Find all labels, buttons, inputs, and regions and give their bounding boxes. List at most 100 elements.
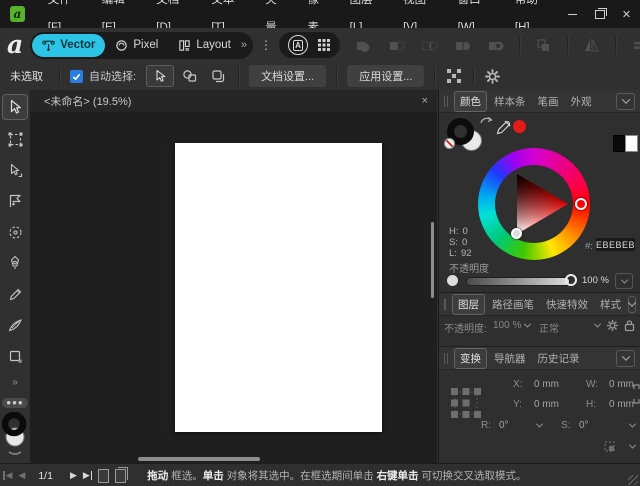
triangle-selector-handle[interactable] [511, 228, 522, 239]
single-page-icon[interactable] [98, 469, 109, 483]
link-dimensions-icon[interactable] [633, 383, 640, 405]
facing-pages-icon[interactable] [115, 469, 126, 483]
y-value[interactable]: 0 mm [534, 399, 559, 410]
tab-appearance[interactable]: 外观 [566, 92, 597, 111]
tab-layers[interactable]: 图层 [452, 294, 485, 315]
vector-brush-tool[interactable] [3, 313, 27, 337]
snapping-icon[interactable] [445, 67, 463, 85]
persona-layout[interactable]: Layout [168, 34, 241, 57]
blend-options-gear-icon[interactable] [606, 319, 619, 332]
document-settings-button[interactable]: 文档设置... [249, 65, 326, 87]
next-page-button[interactable]: ▶ [70, 470, 77, 481]
boolean-intersect-icon[interactable] [420, 36, 439, 55]
hex-value-field[interactable]: EBEBEB [596, 238, 635, 251]
transform-panel-menu-button[interactable] [616, 350, 635, 367]
w-value[interactable]: 0 mm [609, 379, 634, 390]
document-tab[interactable]: <未命名> (19.5%) [30, 93, 422, 109]
stroke-fill-wells[interactable] [1, 412, 29, 458]
persona-pixel[interactable]: Pixel [105, 34, 168, 57]
panel-grip[interactable] [444, 299, 446, 310]
boolean-combine-icon[interactable] [486, 36, 505, 55]
rotation-value[interactable]: 0° [499, 420, 509, 431]
window-resize-grip[interactable] [628, 475, 638, 485]
saturation-triangle[interactable] [494, 164, 574, 244]
tab-transform[interactable]: 变换 [454, 348, 487, 369]
shear-chevron[interactable] [629, 421, 636, 428]
boolean-subtract-icon[interactable] [387, 36, 406, 55]
artboard-tool[interactable] [3, 127, 27, 151]
persona-vector[interactable]: Vector [32, 34, 105, 57]
first-page-button[interactable]: ◀ [3, 470, 12, 481]
tab-swatches[interactable]: 样本条 [489, 92, 531, 111]
minimize-button[interactable] [559, 0, 586, 28]
blend-mode-value[interactable]: 正常 [539, 320, 559, 335]
node-tool[interactable] [3, 158, 27, 182]
opacity-dropdown-button[interactable] [615, 273, 633, 289]
auto-select-checkbox[interactable] [70, 70, 83, 83]
point-transform-tool[interactable] [3, 189, 27, 213]
vertical-scrollbar[interactable] [431, 222, 434, 298]
panel-grip[interactable] [444, 96, 448, 107]
layers-opacity-value[interactable]: 100 % [493, 320, 521, 331]
stroke-well[interactable] [5, 415, 23, 433]
color-wheel[interactable] [478, 148, 590, 260]
insert-behind-icon[interactable] [534, 36, 553, 55]
boolean-add-icon[interactable] [354, 36, 373, 55]
align-icon[interactable] [630, 36, 640, 55]
transform-options-chevron[interactable] [629, 442, 636, 449]
gear-icon[interactable] [484, 68, 501, 85]
color-picker-icon[interactable] [495, 117, 514, 136]
close-button[interactable]: ✕ [613, 0, 640, 28]
x-value[interactable]: 0 mm [534, 379, 559, 390]
blend-mode-chevron[interactable] [594, 321, 601, 328]
flip-horizontal-icon[interactable] [582, 36, 601, 55]
h-value[interactable]: 0 mm [609, 399, 634, 410]
transform-origin-icon[interactable] [603, 440, 617, 454]
shear-value[interactable]: 0° [579, 420, 589, 431]
document-page[interactable] [175, 143, 382, 432]
toolbar-kebab-icon[interactable]: ⋮ [260, 38, 272, 52]
more-tools-chevron[interactable]: » [12, 377, 18, 388]
lock-icon[interactable] [624, 319, 635, 332]
grid-toggle-icon[interactable] [317, 38, 331, 52]
previous-page-button[interactable]: ◀ [18, 470, 25, 481]
anchor-point-selector[interactable] [449, 386, 483, 420]
tab-history[interactable]: 历史记录 [533, 349, 585, 368]
hue-selector-handle[interactable] [575, 198, 587, 210]
pen-tool[interactable] [3, 251, 27, 275]
tab-color[interactable]: 颜色 [454, 91, 487, 112]
layers-panel-menu-button[interactable] [628, 296, 636, 313]
white-swatch[interactable] [625, 135, 638, 152]
opacity-min-dot[interactable] [447, 275, 458, 286]
rotation-chevron[interactable] [536, 421, 543, 428]
opacity-slider-handle[interactable] [565, 274, 577, 286]
canvas-viewport[interactable] [30, 112, 437, 463]
panel-grip[interactable] [444, 353, 448, 364]
tab-path-brushes[interactable]: 路径画笔 [487, 295, 539, 314]
tab-close-icon[interactable]: × [422, 95, 428, 107]
opacity-value[interactable]: 100 % [582, 275, 609, 286]
tab-stroke[interactable]: 笔画 [533, 92, 564, 111]
last-page-button[interactable]: ▶ [83, 470, 92, 481]
tab-styles[interactable]: 样式 [595, 295, 626, 314]
picked-color-dot[interactable] [513, 120, 526, 133]
boolean-divide-icon[interactable] [453, 36, 472, 55]
select-cursor-button[interactable] [146, 65, 174, 87]
rectangle-tool[interactable] [3, 344, 27, 368]
layers-opacity-chevron[interactable] [524, 321, 531, 328]
wells-expand-arc[interactable] [9, 452, 21, 454]
no-fill-indicator[interactable] [444, 138, 455, 149]
application-settings-button[interactable]: 应用设置... [347, 65, 424, 87]
tab-navigator[interactable]: 导航器 [489, 349, 531, 368]
tab-quick-fx[interactable]: 快速特效 [541, 295, 593, 314]
corner-tool[interactable] [3, 220, 27, 244]
opacity-slider[interactable] [466, 277, 570, 286]
customize-toolbar-dots[interactable]: ●●● [2, 398, 28, 408]
swap-colors-icon[interactable] [478, 114, 494, 127]
move-tool[interactable] [2, 94, 28, 120]
maximize-button[interactable] [586, 0, 613, 28]
color-panel-menu-button[interactable] [616, 93, 635, 110]
pencil-tool[interactable] [3, 282, 27, 306]
preview-mode-icon[interactable]: A [288, 35, 308, 55]
select-object-button[interactable] [178, 66, 202, 86]
